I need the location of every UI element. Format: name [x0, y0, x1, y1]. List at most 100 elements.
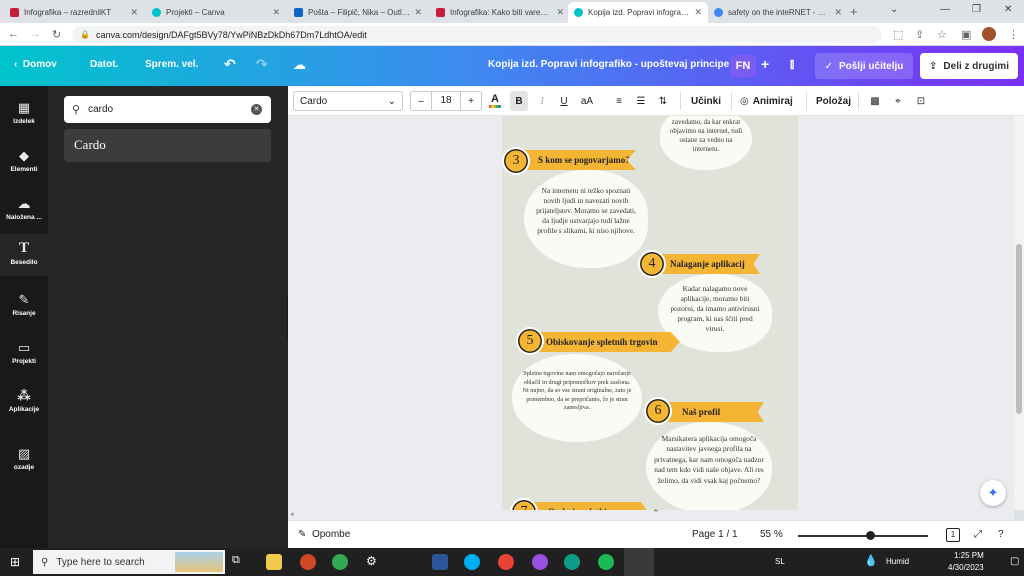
- user-avatar[interactable]: FN: [730, 55, 756, 77]
- section-title-6[interactable]: Naš profil: [660, 402, 764, 422]
- menu-icon[interactable]: ⋮: [1008, 28, 1019, 41]
- home-button[interactable]: ‹ Domov: [14, 59, 57, 70]
- section-title-7[interactable]: Osebni podatki: [528, 502, 648, 510]
- section-title-4[interactable]: Nalaganje aplikacij: [652, 254, 760, 274]
- horizontal-scrollbar[interactable]: ◂ ⌃: [288, 508, 1014, 520]
- font-result-cardo[interactable]: Cardo: [64, 129, 271, 162]
- italic-button[interactable]: I: [534, 91, 550, 111]
- resize-menu[interactable]: Sprem. vel.: [145, 59, 198, 70]
- rail-item-text[interactable]: T Besedilo: [0, 234, 48, 276]
- section-number-5[interactable]: 5: [516, 327, 544, 355]
- skype-icon[interactable]: [464, 554, 480, 570]
- clear-search-icon[interactable]: ✕: [251, 104, 262, 115]
- chrome-active-icon[interactable]: [624, 548, 654, 576]
- install-icon[interactable]: ⬚: [893, 28, 903, 41]
- chrome-icon[interactable]: [332, 554, 348, 570]
- back-icon[interactable]: ←: [8, 28, 19, 40]
- browser-tab[interactable]: Pošta – Filipič, Nika – Outlook ✕: [288, 2, 428, 23]
- rail-item-design[interactable]: ▦ Izdelek: [0, 94, 48, 136]
- minimize-icon[interactable]: —: [940, 4, 950, 15]
- list-icon[interactable]: ☰: [634, 91, 648, 111]
- browser-tab-active[interactable]: Kopija izd. Popravi infografiko... ✕: [568, 2, 708, 23]
- undo-icon[interactable]: ↶: [224, 56, 236, 73]
- settings-gear-icon[interactable]: ⚙: [366, 554, 382, 570]
- zoom-slider-thumb[interactable]: [865, 531, 875, 540]
- design-title[interactable]: Kopija izd. Popravi infografiko - upošte…: [488, 59, 729, 70]
- effects-button[interactable]: Učinki: [691, 91, 721, 111]
- section-number-3[interactable]: 3: [502, 147, 530, 175]
- share-button[interactable]: ⇪ Deli z drugimi: [920, 53, 1018, 79]
- taskbar-search[interactable]: ⚲ Type here to search: [33, 550, 225, 574]
- weather-text[interactable]: Humid: [886, 557, 909, 566]
- animate-button[interactable]: ◎ Animiraj: [740, 91, 793, 111]
- spotify-icon[interactable]: [598, 554, 614, 570]
- tab-search-icon[interactable]: ⌄: [890, 4, 898, 15]
- spacing-icon[interactable]: ⇅: [656, 91, 670, 111]
- edge-icon[interactable]: [564, 554, 580, 570]
- rail-item-uploads[interactable]: ☁ Naložena ...: [0, 190, 48, 232]
- notification-icon[interactable]: ▢: [1010, 556, 1019, 567]
- close-icon[interactable]: ✕: [556, 7, 564, 18]
- browser-tab[interactable]: Infografika: Kako biti varen na... ✕: [430, 2, 570, 23]
- close-icon[interactable]: ✕: [694, 7, 702, 18]
- reload-icon[interactable]: ↻: [52, 28, 61, 41]
- maximize-icon[interactable]: ❐: [972, 4, 981, 15]
- chrome-profile-icon[interactable]: [498, 554, 514, 570]
- font-size-value[interactable]: 18: [431, 92, 461, 110]
- side-panel-icon[interactable]: ▣: [961, 28, 971, 41]
- task-view-icon[interactable]: ⧉: [232, 554, 248, 570]
- align-center-icon[interactable]: ≡: [612, 91, 626, 111]
- bold-button[interactable]: B: [510, 91, 528, 111]
- browser-tab[interactable]: safety on the inteRNET - Google✕: [708, 2, 848, 23]
- underline-button[interactable]: U: [556, 91, 572, 111]
- clock-time[interactable]: 1:25 PM: [954, 551, 984, 560]
- rail-item-apps[interactable]: ⁂ Aplikacije: [0, 382, 48, 424]
- infographic-page[interactable]: zavedamo, da kar enkrat objavimo na inte…: [502, 116, 798, 510]
- paint-format-icon[interactable]: ⌖: [891, 91, 905, 111]
- url-field[interactable]: 🔒 canva.com/design/DAFgt5BVy78/YwPiNBzDk…: [72, 26, 882, 43]
- section-title-5[interactable]: Obiskovanje spletnih trgovin: [526, 332, 680, 352]
- close-icon[interactable]: ✕: [130, 7, 138, 18]
- section-title-3[interactable]: S kom se pogovarjamo?: [522, 150, 636, 170]
- text-bubble[interactable]: Na internetu ni težko spoznati novih lju…: [524, 170, 648, 268]
- windows-start-icon[interactable]: ⊞: [10, 555, 20, 569]
- section-number-7[interactable]: 7: [510, 498, 538, 510]
- browser-tab[interactable]: Projekti – Canva ✕: [146, 2, 286, 23]
- close-icon[interactable]: ✕: [414, 7, 422, 18]
- chevron-up-icon[interactable]: ⌃: [652, 508, 660, 519]
- text-bubble[interactable]: Spletne trgovine nam omogočajo naročanje…: [512, 354, 642, 442]
- chrome-profile-icon[interactable]: [532, 554, 548, 570]
- redo-icon[interactable]: ↷: [256, 56, 268, 73]
- scroll-thumb[interactable]: [1016, 244, 1022, 414]
- file-explorer-icon[interactable]: [266, 554, 282, 570]
- browser-tab[interactable]: Infografika – razrednilKT ✕: [4, 2, 144, 23]
- page-indicator[interactable]: Page 1 / 1: [692, 529, 738, 540]
- lock-icon[interactable]: ⊡: [914, 91, 928, 111]
- file-menu[interactable]: Datot.: [90, 59, 118, 70]
- zoom-value[interactable]: 55 %: [760, 529, 783, 540]
- forward-icon[interactable]: →: [30, 28, 41, 40]
- language-indicator[interactable]: SL: [775, 557, 785, 566]
- clock-date[interactable]: 4/30/2023: [948, 563, 984, 572]
- decrease-size-button[interactable]: –: [411, 96, 431, 107]
- text-bubble[interactable]: zavedamo, da kar enkrat objavimo na inte…: [660, 116, 752, 170]
- magic-sparkle-icon[interactable]: ✦: [980, 480, 1006, 506]
- text-color-button[interactable]: A: [488, 91, 502, 111]
- close-icon[interactable]: ✕: [272, 7, 280, 18]
- insights-icon[interactable]: ⫾: [790, 56, 794, 72]
- position-button[interactable]: Položaj: [816, 91, 851, 111]
- zoom-slider[interactable]: [798, 531, 928, 540]
- text-bubble[interactable]: Marsikatera aplikacija omogoča nastavite…: [646, 422, 772, 510]
- share-page-icon[interactable]: ⇪: [915, 28, 924, 41]
- fullscreen-icon[interactable]: ⤢: [974, 529, 982, 540]
- new-tab-button[interactable]: +: [850, 4, 858, 19]
- section-number-6[interactable]: 6: [644, 397, 672, 425]
- increase-size-button[interactable]: +: [461, 96, 481, 107]
- send-to-teacher-button[interactable]: ✓ Pošlji učitelju: [815, 53, 913, 79]
- profile-avatar[interactable]: [982, 27, 996, 41]
- notes-button[interactable]: ✎ Opombe: [298, 529, 350, 540]
- pages-button[interactable]: 1: [946, 528, 960, 542]
- letter-case-button[interactable]: aA: [578, 91, 596, 111]
- transparency-icon[interactable]: ▩: [868, 91, 882, 111]
- close-icon[interactable]: ✕: [834, 7, 842, 18]
